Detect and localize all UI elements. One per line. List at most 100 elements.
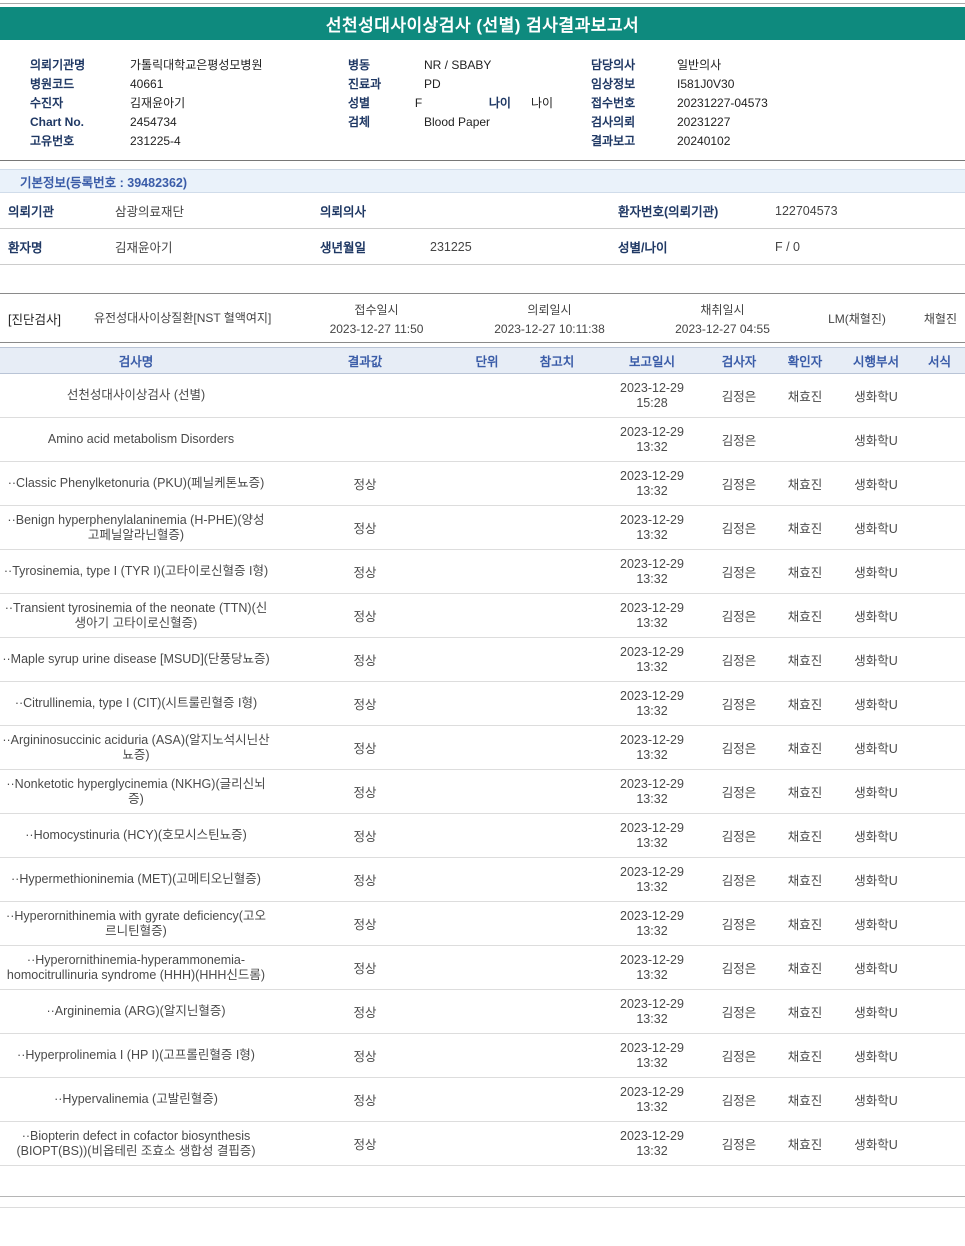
unit-cell <box>458 550 516 594</box>
basic-info-section-bar: 기본정보(등록번호 : 39482362) <box>0 169 965 193</box>
reference-range-cell <box>516 1034 598 1078</box>
report-time: 13:32 <box>636 571 668 586</box>
report-date: 2023-12-29 <box>620 1040 684 1055</box>
reference-range-cell <box>516 462 598 506</box>
report-date: 2023-12-29 <box>620 776 684 791</box>
report-time: 13:32 <box>636 1055 668 1070</box>
table-row: ··Homocystinuria (HCY)(호모시스틴뇨증) 정상 2023-12… <box>0 814 965 858</box>
tester-cell: 김정은 <box>721 874 757 888</box>
format-cell <box>914 726 965 770</box>
confirmer-cell: 채효진 <box>787 654 823 668</box>
table-row: ··Nonketotic hyperglycinemia (NKHG)(글리신뇌… <box>0 770 965 814</box>
table-row: ··Classic Phenylketonuria (PKU)(페닐케톤뇨증) 정… <box>0 462 965 506</box>
confirmer-cell: 채효진 <box>787 1094 823 1108</box>
report-datetime-cell: 2023-12-29 13:32 <box>598 770 706 814</box>
test-name-cell: ··Argininosuccinic aciduria (ASA)(알지노석시닌… <box>2 732 270 762</box>
unit-cell <box>458 638 516 682</box>
report-date: 2023-12-29 <box>620 908 684 923</box>
field-value: 2023-12-27 04:55 <box>675 321 770 336</box>
report-time: 15:28 <box>636 395 668 410</box>
format-cell <box>914 374 965 418</box>
tester-cell: 김정은 <box>721 434 757 448</box>
test-name-cell: ··Argininemia (ARG)(알지닌혈증) <box>46 1004 226 1018</box>
report-datetime-cell: 2023-12-29 13:32 <box>598 418 706 462</box>
format-cell <box>914 814 965 858</box>
report-header-info: 의뢰기관명 가톨릭대학교은평성모병원 병원코드 40661 수진자 김재윤아기 Chart … <box>0 40 965 161</box>
format-cell <box>914 594 965 638</box>
report-datetime-cell: 2023-12-29 13:32 <box>598 726 706 770</box>
report-date: 2023-12-29 <box>620 600 684 615</box>
field-label: 병동 <box>348 58 371 72</box>
report-date: 2023-12-29 <box>620 468 684 483</box>
field-value: 2454734 <box>130 115 177 129</box>
unit-cell <box>458 594 516 638</box>
format-cell <box>914 462 965 506</box>
report-datetime-cell: 2023-12-29 13:32 <box>598 1078 706 1122</box>
result-value-cell: 정상 <box>353 654 377 668</box>
field-value: 2023-12-27 11:50 <box>329 321 424 336</box>
report-date: 2023-12-29 <box>620 644 684 659</box>
result-value-cell: 정상 <box>353 566 377 580</box>
unit-cell <box>458 858 516 902</box>
header-field-row: 수진자 김재윤아기 <box>30 94 348 113</box>
unit-cell <box>458 946 516 990</box>
confirmer-cell: 채효진 <box>787 1138 823 1152</box>
field-label: 접수번호 <box>591 96 636 110</box>
test-name-cell: ··Nonketotic hyperglycinemia (NKHG)(글리신뇌… <box>6 776 266 806</box>
report-date: 2023-12-29 <box>620 424 684 439</box>
reference-range-cell <box>516 506 598 550</box>
tester-cell: 김정은 <box>721 742 757 756</box>
header-field-row: 고유번호 231225-4 <box>30 132 348 151</box>
table-row: ··Maple syrup urine disease [MSUD](단풍당뇨증… <box>0 638 965 682</box>
reference-range-cell <box>516 418 598 462</box>
test-name-cell: ··Citrullinemia, type I (CIT)(시트룰린혈증 I형) <box>14 696 258 710</box>
report-datetime-cell: 2023-12-29 13:32 <box>598 902 706 946</box>
result-value-cell: 정상 <box>353 522 377 536</box>
table-row: Amino acid metabolism Disorders 2023-12-2… <box>0 418 965 462</box>
field-label: 성별/나이 <box>618 241 668 255</box>
field-value: 231225-4 <box>130 134 181 148</box>
report-time: 13:32 <box>636 967 668 982</box>
confirmer-cell: 채효진 <box>787 566 823 580</box>
field-label: 생년월일 <box>320 241 367 255</box>
basic-info-row: 의뢰기관 삼광의료재단 의뢰의사 환자번호(의뢰기관) 122704573 <box>0 193 965 229</box>
format-cell <box>914 990 965 1034</box>
field-value: 일반의사 <box>677 58 722 72</box>
field-value: F <box>414 96 423 110</box>
format-cell <box>914 418 965 462</box>
format-cell <box>914 902 965 946</box>
result-value-cell: 정상 <box>353 830 377 844</box>
field-label: 나이 <box>488 96 511 110</box>
basic-info-row: 환자명 김재윤아기 생년월일 231225 성별/나이 F / 0 <box>0 229 965 265</box>
results-header-row: 검사명 결과값 단위 참고치 보고일시 검사자 확인자 시행부서 서식 <box>0 347 965 374</box>
report-datetime-cell: 2023-12-29 13:32 <box>598 594 706 638</box>
department-cell: 생화학U <box>854 478 898 492</box>
reference-range-cell <box>516 374 598 418</box>
header-field-row: 병동 NR / SBABY <box>348 56 591 75</box>
test-name-cell: Amino acid metabolism Disorders <box>47 432 235 446</box>
unit-cell <box>458 462 516 506</box>
field-label: 병원코드 <box>30 77 75 91</box>
report-datetime-cell: 2023-12-29 13:32 <box>598 990 706 1034</box>
collector-value: LM(채혈진) <box>828 311 886 326</box>
result-value-cell: 정상 <box>353 1006 377 1020</box>
unit-cell <box>458 418 516 462</box>
report-datetime-cell: 2023-12-29 13:32 <box>598 946 706 990</box>
table-row: ··Benign hyperphenylalaninemia (H-PHE)(양… <box>0 506 965 550</box>
confirmer-cell: 채효진 <box>787 1050 823 1064</box>
field-label: 접수일시 <box>354 302 399 317</box>
test-name-cell: ··Tyrosinemia, type I (TYR I)(고타이로신혈증 I형… <box>3 564 269 578</box>
report-datetime-cell: 2023-12-29 15:28 <box>598 374 706 418</box>
field-value: NR / SBABY <box>424 58 492 72</box>
report-date: 2023-12-29 <box>620 864 684 879</box>
unit-cell <box>458 902 516 946</box>
format-cell <box>914 946 965 990</box>
reference-range-cell <box>516 814 598 858</box>
report-date: 2023-12-29 <box>620 1128 684 1143</box>
reference-range-cell <box>516 1122 598 1166</box>
reference-range-cell <box>516 550 598 594</box>
footer-divider <box>0 1196 965 1197</box>
test-name-cell: ··Hyperprolinemia I (HP I)(고프롤린혈증 I형) <box>17 1048 255 1062</box>
unit-cell <box>458 374 516 418</box>
report-datetime-cell: 2023-12-29 13:32 <box>598 638 706 682</box>
